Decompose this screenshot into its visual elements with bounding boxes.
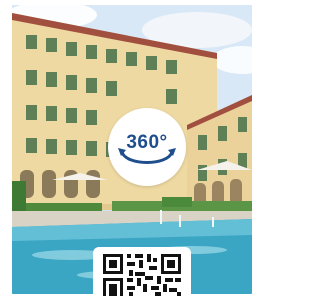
virtual-tour-card[interactable]: 360° <box>0 0 264 296</box>
360-label: 360° <box>126 132 168 153</box>
360-view-button[interactable]: 360° <box>108 108 186 186</box>
qr-code-icon <box>103 254 181 296</box>
qr-code <box>93 247 191 296</box>
